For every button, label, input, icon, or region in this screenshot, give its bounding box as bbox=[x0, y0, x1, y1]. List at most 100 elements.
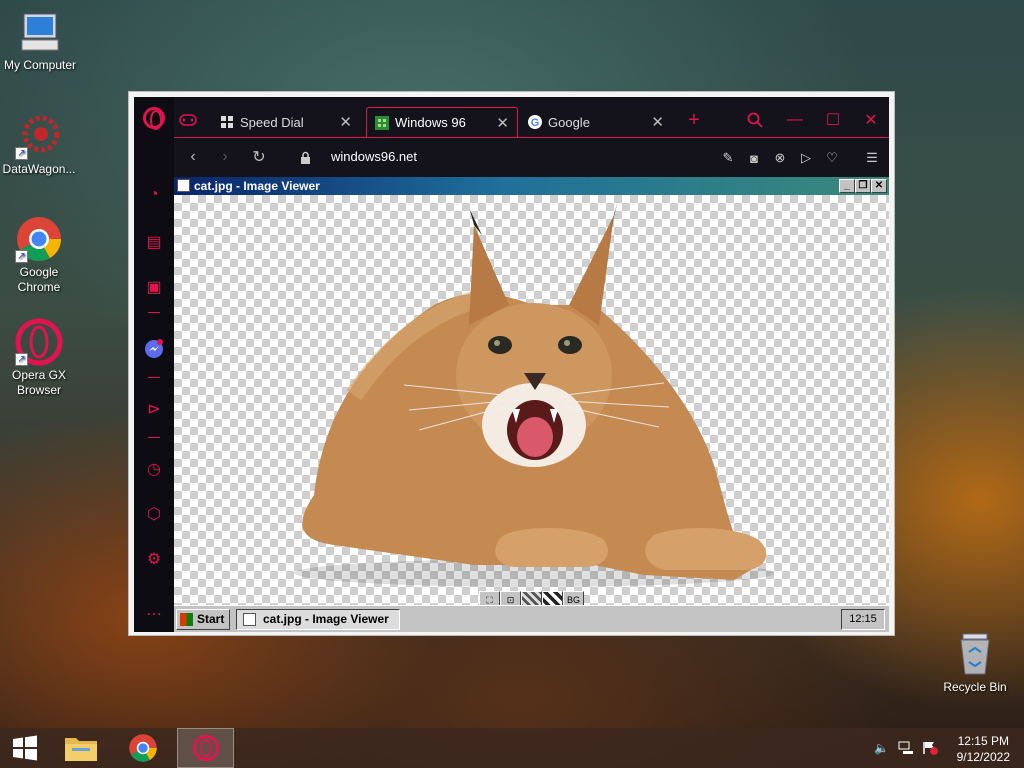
windows96-logo-icon bbox=[180, 613, 193, 626]
checker-dark-icon[interactable] bbox=[521, 591, 542, 605]
network-icon[interactable] bbox=[898, 741, 914, 755]
system-clock[interactable]: 12:15 PM 9/12/2022 bbox=[957, 733, 1010, 765]
volume-muted-icon[interactable]: 🔈 bbox=[874, 741, 890, 755]
tab-windows-96[interactable]: Windows 96 ✕ bbox=[366, 107, 518, 137]
desktop-icon-recycle-bin[interactable]: Recycle Bin bbox=[935, 630, 1015, 695]
recycle-bin-icon bbox=[951, 630, 999, 678]
gx-corner-icon[interactable]: ▤ bbox=[142, 230, 166, 254]
snap-icon[interactable]: ✎ bbox=[718, 148, 738, 168]
folder-icon bbox=[65, 738, 97, 761]
tab-speed-dial[interactable]: Speed Dial ✕ bbox=[212, 107, 360, 137]
gamepad-icon[interactable] bbox=[174, 107, 202, 133]
extensions-icon[interactable]: ⬡ bbox=[142, 502, 166, 526]
desktop-icon-label: Opera GX Browser bbox=[11, 368, 67, 397]
address-bar: ‹ › ↻ windows96.net ✎ ◙ ⊗ ▷ ♡ ☰ bbox=[174, 137, 889, 177]
desktop-icon-google-chrome[interactable]: ↗ Google Chrome bbox=[0, 215, 79, 295]
desktop-icon-opera-gx[interactable]: ↗ Opera GX Browser bbox=[0, 318, 79, 398]
iv-restore-button[interactable]: ❐ bbox=[855, 179, 871, 193]
back-button[interactable]: ‹ bbox=[182, 146, 204, 168]
datawagon-icon: ↗ bbox=[15, 112, 63, 160]
tab-label: Speed Dial bbox=[240, 114, 304, 130]
tab-label: Google bbox=[548, 114, 590, 130]
start-label: Start bbox=[197, 612, 225, 626]
google-icon: G bbox=[528, 115, 542, 129]
browser-sidebar: ◔ ▤ ▣ ⊳ ◷ ⬡ ⚙ ⋯ bbox=[134, 97, 174, 632]
iv-minimize-button[interactable]: _ bbox=[839, 179, 855, 193]
action-center-icon[interactable] bbox=[922, 741, 938, 755]
windows96-icon bbox=[375, 115, 389, 130]
opera-menu-icon[interactable] bbox=[143, 107, 165, 130]
iv-close-button[interactable]: ✕ bbox=[871, 179, 887, 193]
actual-size-icon[interactable]: ⊡ bbox=[500, 591, 521, 605]
svg-text:G: G bbox=[531, 117, 540, 129]
shortcut-arrow-icon: ↗ bbox=[15, 147, 28, 160]
maximize-button[interactable]: ☐ bbox=[819, 107, 847, 133]
chrome-taskbar-button[interactable] bbox=[118, 728, 168, 768]
gx-control-icon[interactable]: ◔ bbox=[142, 183, 166, 207]
image-viewer-toolbar: ⛶ ⊡ BG bbox=[479, 591, 584, 605]
search-icon[interactable] bbox=[741, 107, 769, 133]
opera-gx-taskbar-button[interactable] bbox=[177, 728, 234, 768]
windows-taskbar: 🔈 12:15 PM 9/12/2022 bbox=[0, 728, 1024, 768]
messenger-icon[interactable] bbox=[142, 337, 166, 361]
image-canvas[interactable]: ⛶ ⊡ BG bbox=[174, 195, 889, 605]
more-icon[interactable]: ⋯ bbox=[142, 602, 166, 626]
sidebar-separator bbox=[148, 377, 160, 378]
minimize-button[interactable]: — bbox=[781, 107, 809, 133]
checker-light-icon[interactable] bbox=[542, 591, 563, 605]
windows96-taskbar: Start cat.jpg - Image Viewer 12:15 bbox=[174, 605, 889, 632]
chrome-icon bbox=[129, 734, 157, 762]
start-button[interactable] bbox=[0, 728, 50, 768]
grid-icon bbox=[220, 115, 234, 129]
task-label: cat.jpg - Image Viewer bbox=[263, 612, 389, 626]
desktop-icon-label: My Computer bbox=[3, 58, 77, 72]
fit-to-window-icon[interactable]: ⛶ bbox=[479, 591, 500, 605]
close-button[interactable]: ✕ bbox=[857, 107, 885, 133]
close-tab-icon[interactable]: ✕ bbox=[339, 113, 352, 131]
computer-icon bbox=[16, 8, 64, 56]
desktop-icon-label: Google Chrome bbox=[17, 265, 61, 294]
easy-setup-icon[interactable]: ☰ bbox=[862, 148, 882, 168]
lock-icon bbox=[294, 146, 316, 168]
camera-icon[interactable]: ◙ bbox=[744, 148, 764, 168]
windows-logo-icon bbox=[13, 735, 37, 761]
image-viewer-title: cat.jpg - Image Viewer bbox=[194, 179, 320, 193]
chrome-icon: ↗ bbox=[15, 215, 63, 263]
desktop-icon-label: DataWagon... bbox=[2, 162, 76, 176]
tab-google[interactable]: G Google ✕ bbox=[520, 107, 672, 137]
player-icon[interactable]: ⊳ bbox=[142, 397, 166, 421]
w96-start-button[interactable]: Start bbox=[176, 609, 230, 630]
opera-gx-browser: ◔ ▤ ▣ ⊳ ◷ ⬡ ⚙ ⋯ Speed Dial ✕ Windows 96 … bbox=[134, 97, 889, 632]
tab-label: Windows 96 bbox=[395, 115, 466, 130]
reload-button[interactable]: ↻ bbox=[248, 146, 270, 168]
close-tab-icon[interactable]: ✕ bbox=[651, 113, 664, 131]
ad-block-icon[interactable]: ⊗ bbox=[770, 148, 790, 168]
desktop-icon-label: Recycle Bin bbox=[943, 680, 1007, 694]
settings-icon[interactable]: ⚙ bbox=[142, 547, 166, 571]
history-icon[interactable]: ◷ bbox=[142, 457, 166, 481]
heart-icon[interactable]: ♡ bbox=[822, 148, 842, 168]
image-file-icon bbox=[243, 613, 256, 626]
w96-clock: 12:15 bbox=[841, 609, 885, 630]
browser-window-frame: ◔ ▤ ▣ ⊳ ◷ ⬡ ⚙ ⋯ Speed Dial ✕ Windows 96 … bbox=[128, 91, 895, 636]
image-file-icon bbox=[177, 179, 190, 192]
desktop-icon-my-computer[interactable]: My Computer bbox=[0, 8, 80, 73]
background-button[interactable]: BG bbox=[563, 591, 584, 605]
send-icon[interactable]: ▷ bbox=[796, 148, 816, 168]
clock-date: 9/12/2022 bbox=[956, 750, 1010, 764]
w96-task-image-viewer[interactable]: cat.jpg - Image Viewer bbox=[236, 609, 400, 630]
opera-gx-icon bbox=[192, 734, 219, 762]
twitch-icon[interactable]: ▣ bbox=[142, 275, 166, 299]
close-tab-icon[interactable]: ✕ bbox=[496, 114, 509, 132]
new-tab-button[interactable]: + bbox=[680, 107, 708, 133]
forward-button[interactable]: › bbox=[214, 146, 236, 168]
shortcut-arrow-icon: ↗ bbox=[15, 250, 28, 263]
sidebar-separator bbox=[148, 437, 160, 438]
windows96-page: cat.jpg - Image Viewer _ ❐ ✕ ⛶ ⊡ BG Star… bbox=[174, 177, 889, 632]
file-explorer-button[interactable] bbox=[56, 728, 106, 768]
tab-bar: Speed Dial ✕ Windows 96 ✕ G Google ✕ + —… bbox=[174, 97, 889, 137]
desktop-icon-datawagon[interactable]: ↗ DataWagon... bbox=[0, 112, 79, 177]
url-field[interactable]: windows96.net bbox=[331, 149, 417, 164]
clock-time: 12:15 PM bbox=[957, 734, 1009, 748]
image-viewer-titlebar[interactable]: cat.jpg - Image Viewer _ ❐ ✕ bbox=[174, 177, 889, 195]
